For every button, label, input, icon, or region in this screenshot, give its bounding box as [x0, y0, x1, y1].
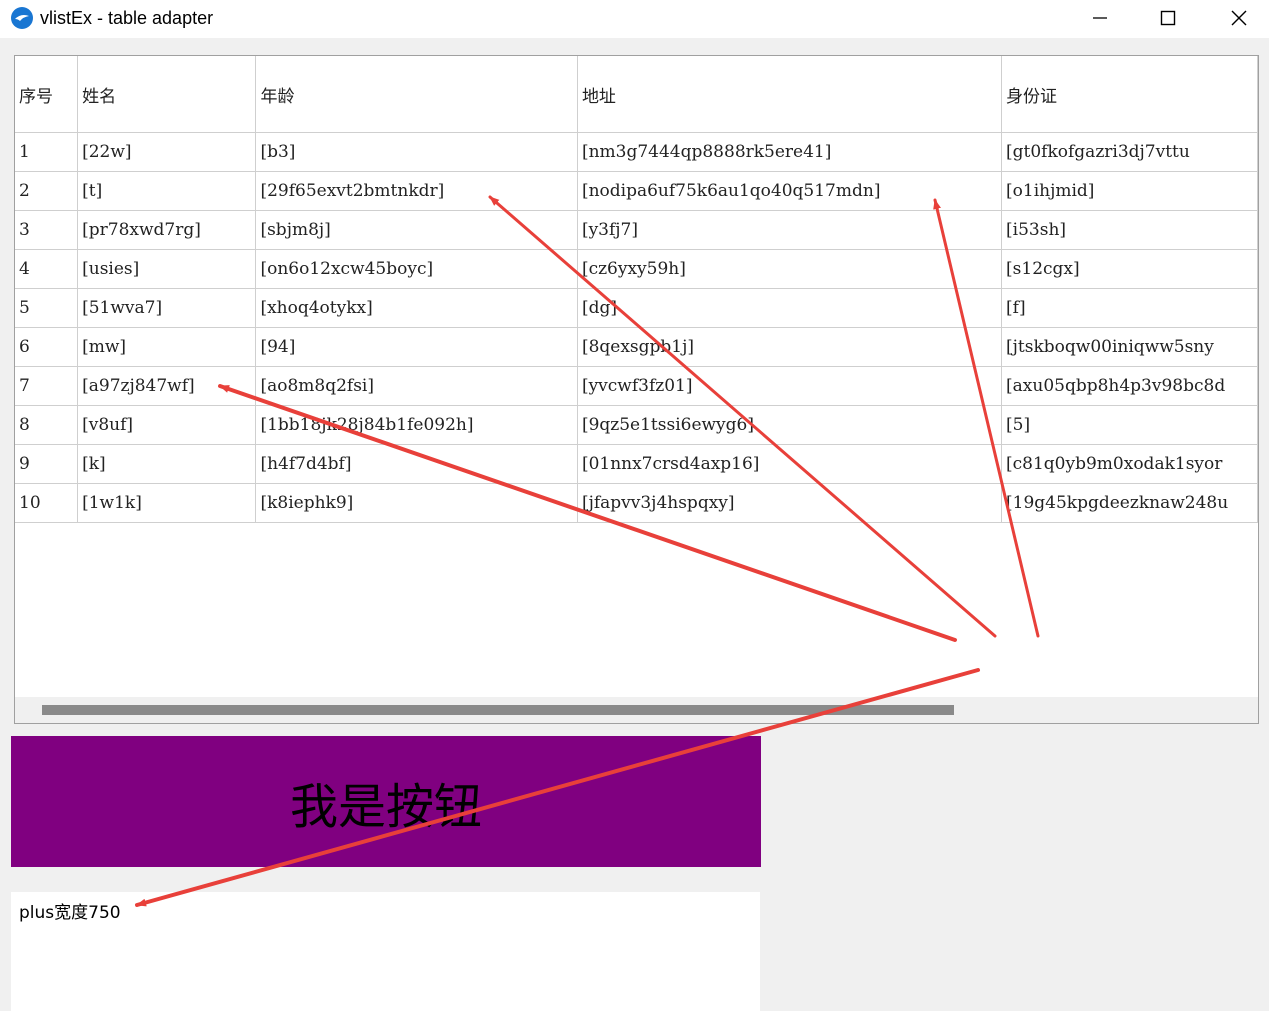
cell-address[interactable]: [nm3g7444qp8888rk5ere41]: [577, 132, 1003, 172]
cell-index[interactable]: 4: [15, 249, 79, 289]
cell-id-card[interactable]: [i53sh]: [1001, 210, 1258, 250]
cell-address[interactable]: [8qexsgpb1j]: [577, 327, 1003, 367]
app-logo-icon: [11, 7, 33, 29]
close-icon: [1231, 10, 1247, 26]
cell-name[interactable]: [a97zj847wf]: [77, 366, 257, 406]
cell-index[interactable]: 9: [15, 444, 79, 484]
table-row[interactable]: 2 [t] [29f65exvt2bmtnkdr] [nodipa6uf75k6au1…: [15, 171, 1258, 211]
cell-address[interactable]: [y3fj7]: [577, 210, 1003, 250]
column-header-address[interactable]: 地址: [577, 56, 1003, 133]
cell-address[interactable]: [jfapvv3j4hspqxy]: [577, 483, 1003, 523]
cell-age[interactable]: [h4f7d4bf]: [255, 444, 578, 484]
cell-id-card[interactable]: [axu05qbp8h4p3v98bc8d: [1001, 366, 1258, 406]
table-row[interactable]: 8 [v8uf] [1bb18jk28j84b1fe092h] [9qz5e1tssi…: [15, 405, 1258, 445]
cell-index[interactable]: 7: [15, 366, 79, 406]
table-row[interactable]: 9 [k] [h4f7d4bf] [01nnx7crsd4axp16] [c81q0yb…: [15, 444, 1258, 484]
window-title: vlistEx - table adapter: [40, 8, 214, 28]
cell-name[interactable]: [k]: [77, 444, 257, 484]
cell-name[interactable]: [pr78xwd7rg]: [77, 210, 257, 250]
cell-address[interactable]: [cz6yxy59h]: [577, 249, 1003, 289]
cell-name[interactable]: [mw]: [77, 327, 257, 367]
cell-age[interactable]: [ao8m8q2fsi]: [255, 366, 578, 406]
minimize-icon: [1093, 17, 1107, 19]
cell-age[interactable]: [b3]: [255, 132, 578, 172]
horizontal-scrollbar[interactable]: [15, 697, 1258, 723]
cell-id-card[interactable]: [5]: [1001, 405, 1258, 445]
purple-button[interactable]: 我是按钮: [11, 736, 761, 867]
cell-age[interactable]: [94]: [255, 327, 578, 367]
cell-index[interactable]: 5: [15, 288, 79, 328]
cell-name[interactable]: [t]: [77, 171, 257, 211]
text-area-value: plus宽度750: [19, 903, 121, 923]
table-row[interactable]: 10 [1w1k] [k8iephk9] [jfapvv3j4hspqxy] [19g4…: [15, 483, 1258, 523]
cell-age[interactable]: [xhoq4otykx]: [255, 288, 578, 328]
column-header-name[interactable]: 姓名: [77, 56, 257, 133]
cell-index[interactable]: 8: [15, 405, 79, 445]
text-area[interactable]: plus宽度750: [11, 892, 760, 1011]
cell-age[interactable]: [1bb18jk28j84b1fe092h]: [255, 405, 578, 445]
table-header-row: 序号 姓名 年龄 地址 身份证: [15, 56, 1258, 133]
cell-address[interactable]: [yvcwf3fz01]: [577, 366, 1003, 406]
cell-name[interactable]: [22w]: [77, 132, 257, 172]
cell-index[interactable]: 2: [15, 171, 79, 211]
close-button[interactable]: [1204, 0, 1269, 36]
data-table: 序号 姓名 年龄 地址 身份证 1 [22w] [b3] [nm3g7444qp888…: [15, 56, 1258, 523]
cell-address[interactable]: [nodipa6uf75k6au1qo40q517mdn]: [577, 171, 1003, 211]
cell-index[interactable]: 6: [15, 327, 79, 367]
cell-age[interactable]: [on6o12xcw45boyc]: [255, 249, 578, 289]
cell-id-card[interactable]: [o1ihjmid]: [1001, 171, 1258, 211]
column-header-index[interactable]: 序号: [15, 56, 79, 133]
cell-age[interactable]: [k8iephk9]: [255, 483, 578, 523]
column-header-age[interactable]: 年龄: [255, 56, 578, 133]
cell-address[interactable]: [dg]: [577, 288, 1003, 328]
cell-name[interactable]: [51wva7]: [77, 288, 257, 328]
minimize-button[interactable]: [1065, 0, 1135, 36]
cell-id-card[interactable]: [s12cgx]: [1001, 249, 1258, 289]
data-table-panel[interactable]: 序号 姓名 年龄 地址 身份证 1 [22w] [b3] [nm3g7444qp888…: [14, 55, 1259, 724]
cell-index[interactable]: 1: [15, 132, 79, 172]
cell-id-card[interactable]: [19g45kpgdeezknaw248u: [1001, 483, 1258, 523]
maximize-icon: [1160, 10, 1176, 26]
maximize-button[interactable]: [1133, 0, 1203, 36]
cell-age[interactable]: [29f65exvt2bmtnkdr]: [255, 171, 578, 211]
cell-address[interactable]: [9qz5e1tssi6ewyg6]: [577, 405, 1003, 445]
cell-id-card[interactable]: [f]: [1001, 288, 1258, 328]
cell-id-card[interactable]: [c81q0yb9m0xodak1syor: [1001, 444, 1258, 484]
table-row[interactable]: 3 [pr78xwd7rg] [sbjm8j] [y3fj7] [i53sh]: [15, 210, 1258, 250]
column-header-id-card[interactable]: 身份证: [1001, 56, 1258, 133]
scrollbar-thumb[interactable]: [42, 705, 954, 715]
table-row[interactable]: 7 [a97zj847wf] [ao8m8q2fsi] [yvcwf3fz01] [ax…: [15, 366, 1258, 406]
cell-age[interactable]: [sbjm8j]: [255, 210, 578, 250]
table-row[interactable]: 4 [usies] [on6o12xcw45boyc] [cz6yxy59h] [s12…: [15, 249, 1258, 289]
cell-id-card[interactable]: [gt0fkofgazri3dj7vttu: [1001, 132, 1258, 172]
table-row[interactable]: 1 [22w] [b3] [nm3g7444qp8888rk5ere41] [gt0fk…: [15, 132, 1258, 172]
cell-name[interactable]: [v8uf]: [77, 405, 257, 445]
button-label: 我是按钮: [289, 778, 482, 835]
cell-index[interactable]: 10: [15, 483, 79, 523]
cell-address[interactable]: [01nnx7crsd4axp16]: [577, 444, 1003, 484]
table-row[interactable]: 5 [51wva7] [xhoq4otykx] [dg] [f]: [15, 288, 1258, 328]
cell-index[interactable]: 3: [15, 210, 79, 250]
cell-name[interactable]: [usies]: [77, 249, 257, 289]
title-bar: vlistEx - table adapter: [0, 0, 1269, 38]
cell-id-card[interactable]: [jtskboqw00iniqww5sny: [1001, 327, 1258, 367]
cell-name[interactable]: [1w1k]: [77, 483, 257, 523]
table-row[interactable]: 6 [mw] [94] [8qexsgpb1j] [jtskboqw00iniqww5s…: [15, 327, 1258, 367]
